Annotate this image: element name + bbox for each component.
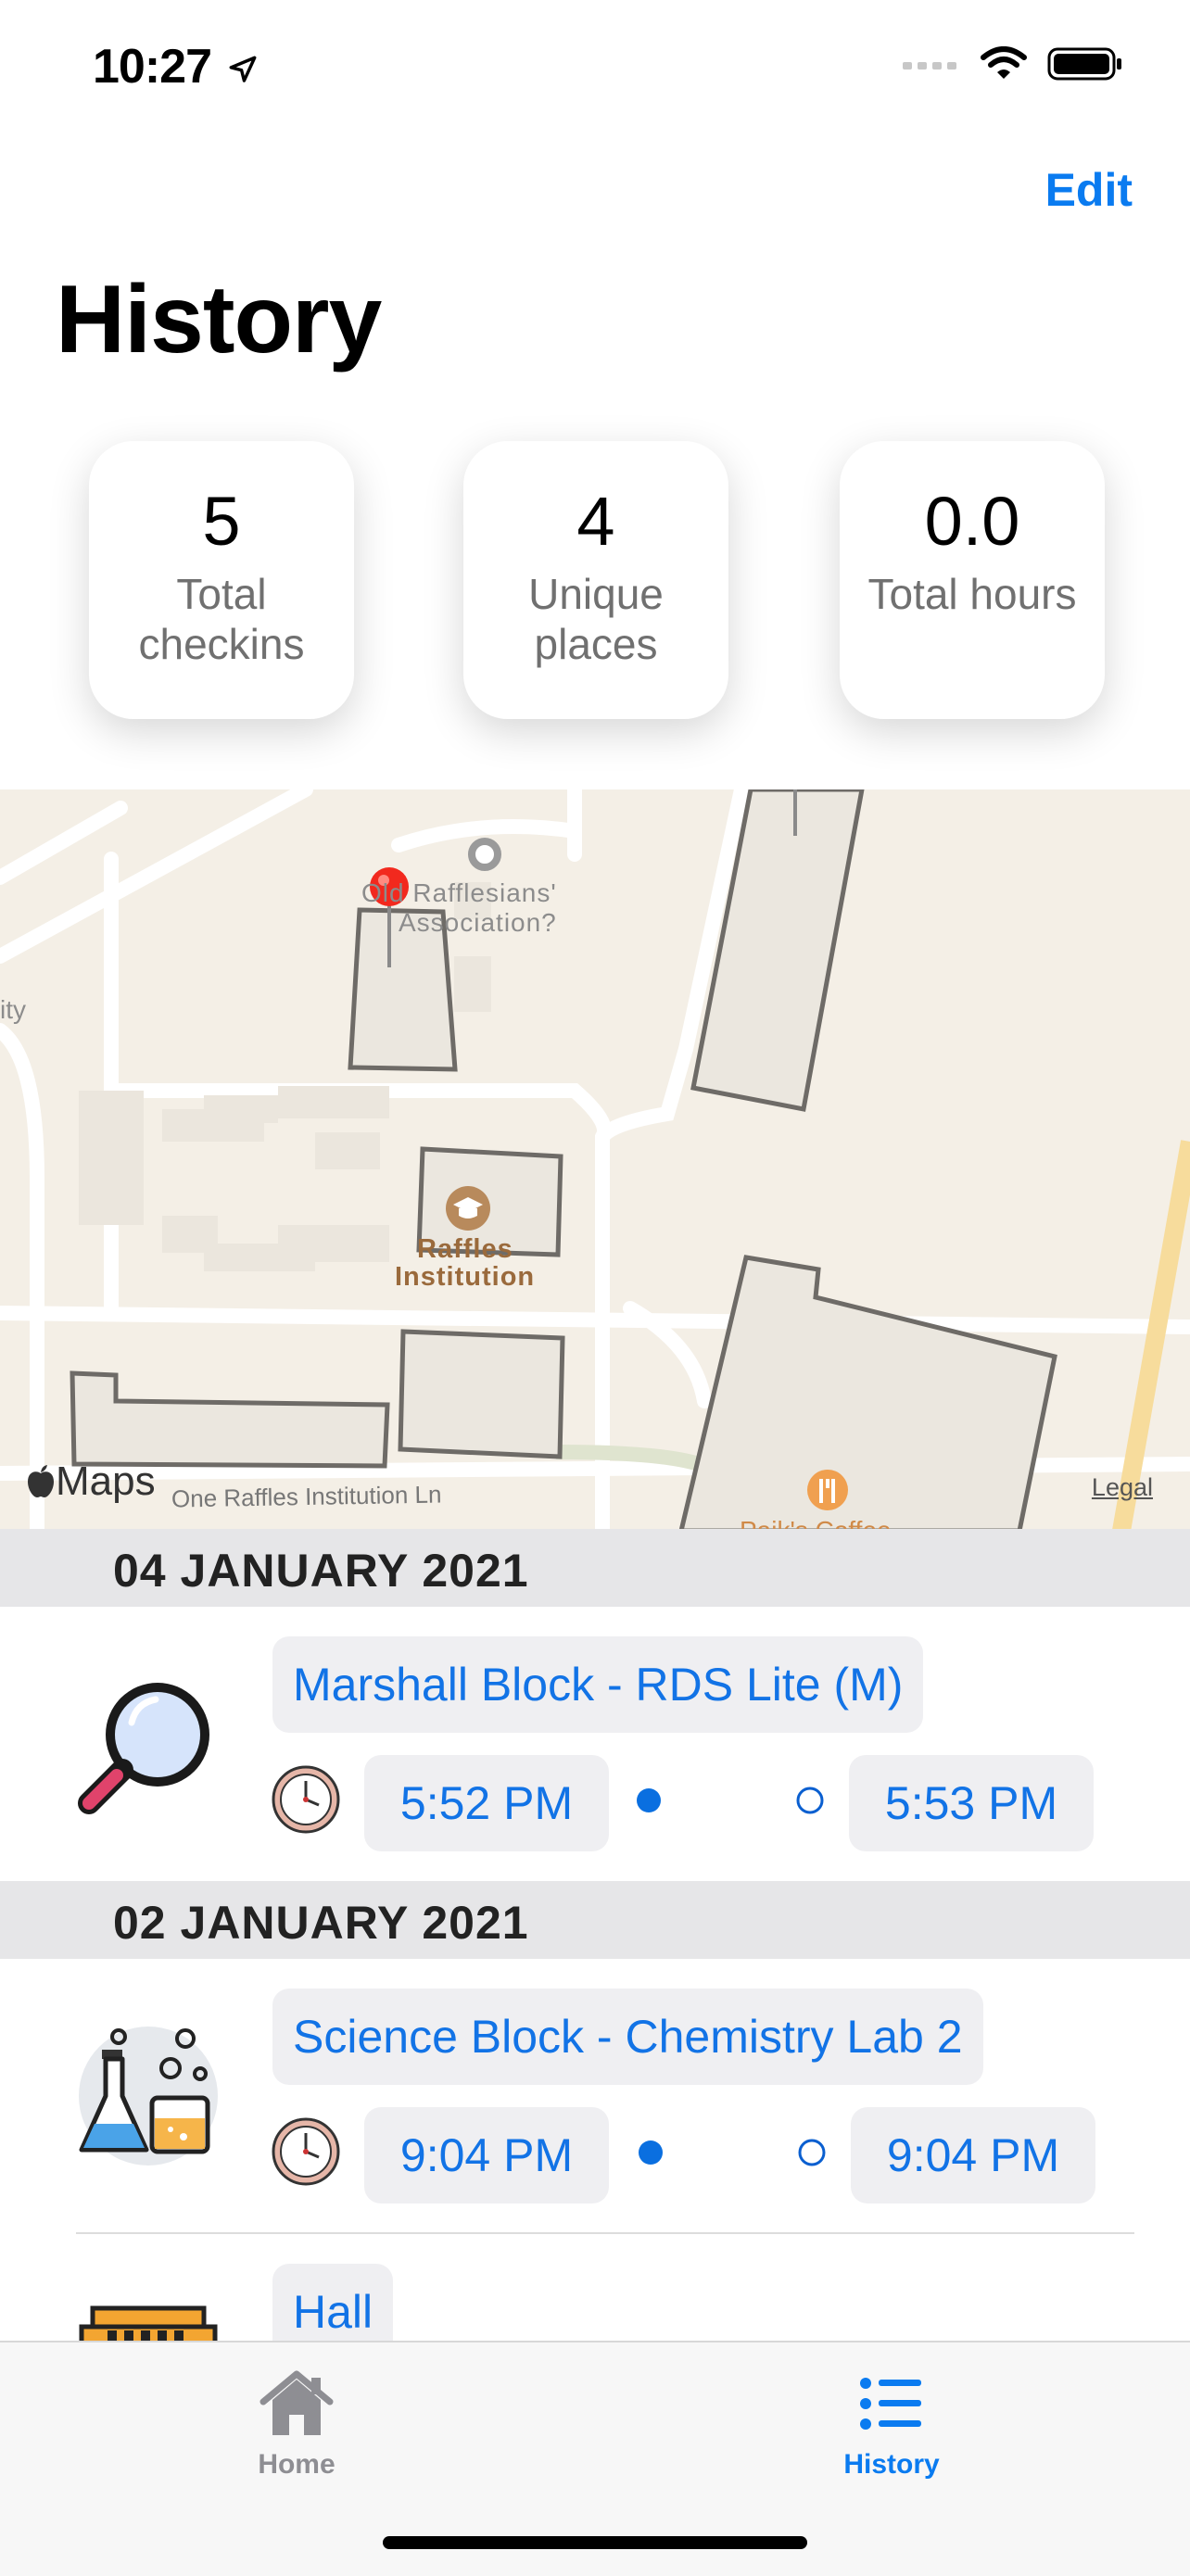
duration-timeline: [637, 1787, 824, 1814]
clock-icon: [272, 1765, 340, 1834]
duration-timeline: [639, 2139, 826, 2166]
tab-history-label: History: [843, 2449, 940, 2480]
hall-icon: [79, 2305, 218, 2341]
map-legal-link[interactable]: Legal: [1092, 1473, 1153, 1502]
chemistry-lab-icon: [79, 2027, 218, 2166]
location-label[interactable]: Science Block - Chemistry Lab 2: [272, 1989, 983, 2085]
stat-value: 4: [576, 483, 615, 560]
battery-icon: [1047, 47, 1121, 81]
status-indicators: [901, 46, 1123, 82]
status-time: 10:27: [93, 39, 259, 95]
stat-value: 5: [202, 483, 241, 560]
page-title: History: [56, 266, 382, 373]
map-label-edge: ity: [0, 995, 26, 1024]
map-label-school-2: Institution: [395, 1262, 536, 1292]
start-time[interactable]: 9:04 PM: [364, 2107, 609, 2203]
section-date: 02 JANUARY 2021: [113, 1897, 529, 1949]
start-time[interactable]: 5:52 PM: [364, 1755, 609, 1851]
end-time[interactable]: 5:53 PM: [849, 1755, 1094, 1851]
history-entry[interactable]: Science Block - Chemistry Lab 2 9:04 PM …: [0, 1959, 1190, 2233]
status-time-text: 10:27: [93, 40, 212, 94]
tab-home[interactable]: Home: [204, 2370, 389, 2481]
list-icon: [860, 2378, 921, 2430]
location-arrow-icon: [230, 56, 257, 83]
stat-card-total-checkins: 5 Total checkins: [89, 441, 354, 719]
location-label[interactable]: Hall: [272, 2264, 394, 2341]
cellular-signal-icon: [903, 62, 956, 69]
history-entry[interactable]: Hall: [0, 2234, 1190, 2341]
tab-history[interactable]: History: [799, 2370, 984, 2481]
section-header-date: 02 JANUARY 2021: [0, 1881, 1190, 1959]
stat-card-unique-places: 4 Unique places: [463, 441, 728, 719]
stat-label: Unique places: [528, 570, 664, 668]
edit-button[interactable]: Edit: [1045, 163, 1133, 217]
map-canvas: [0, 789, 1190, 1531]
clock-icon: [272, 2117, 340, 2186]
home-indicator: [383, 2536, 807, 2549]
map-label-poi: Old Rafflesians': [361, 878, 557, 907]
tab-home-label: Home: [258, 2449, 335, 2480]
section-header-date: 04 JANUARY 2021: [0, 1529, 1190, 1607]
stat-card-total-hours: 0.0 Total hours: [840, 441, 1105, 719]
end-time[interactable]: 9:04 PM: [851, 2107, 1095, 2203]
section-date: 04 JANUARY 2021: [113, 1545, 529, 1597]
map-label-street: One Raffles Institution Ln: [171, 1480, 442, 1513]
maps-brand-text: Maps: [56, 1458, 156, 1504]
history-entry[interactable]: Marshall Block - RDS Lite (M) 5:52 PM 5:…: [0, 1607, 1190, 1881]
home-icon: [260, 2370, 334, 2435]
map-label-school: Raffles: [417, 1234, 513, 1264]
map-label-poi-2: Association?: [399, 908, 557, 937]
apple-maps-logo: Maps: [26, 1458, 156, 1505]
map-view[interactable]: Old Rafflesians' Association? ity Raffle…: [0, 789, 1190, 1531]
stat-value: 0.0: [924, 483, 1020, 560]
stat-label: Total checkins: [138, 570, 305, 668]
stat-label: Total hours: [867, 570, 1077, 618]
magnifier-icon: [78, 1683, 209, 1814]
apple-logo-icon: [28, 1465, 54, 1497]
wifi-icon: [981, 46, 1027, 79]
location-label[interactable]: Marshall Block - RDS Lite (M): [272, 1636, 924, 1733]
